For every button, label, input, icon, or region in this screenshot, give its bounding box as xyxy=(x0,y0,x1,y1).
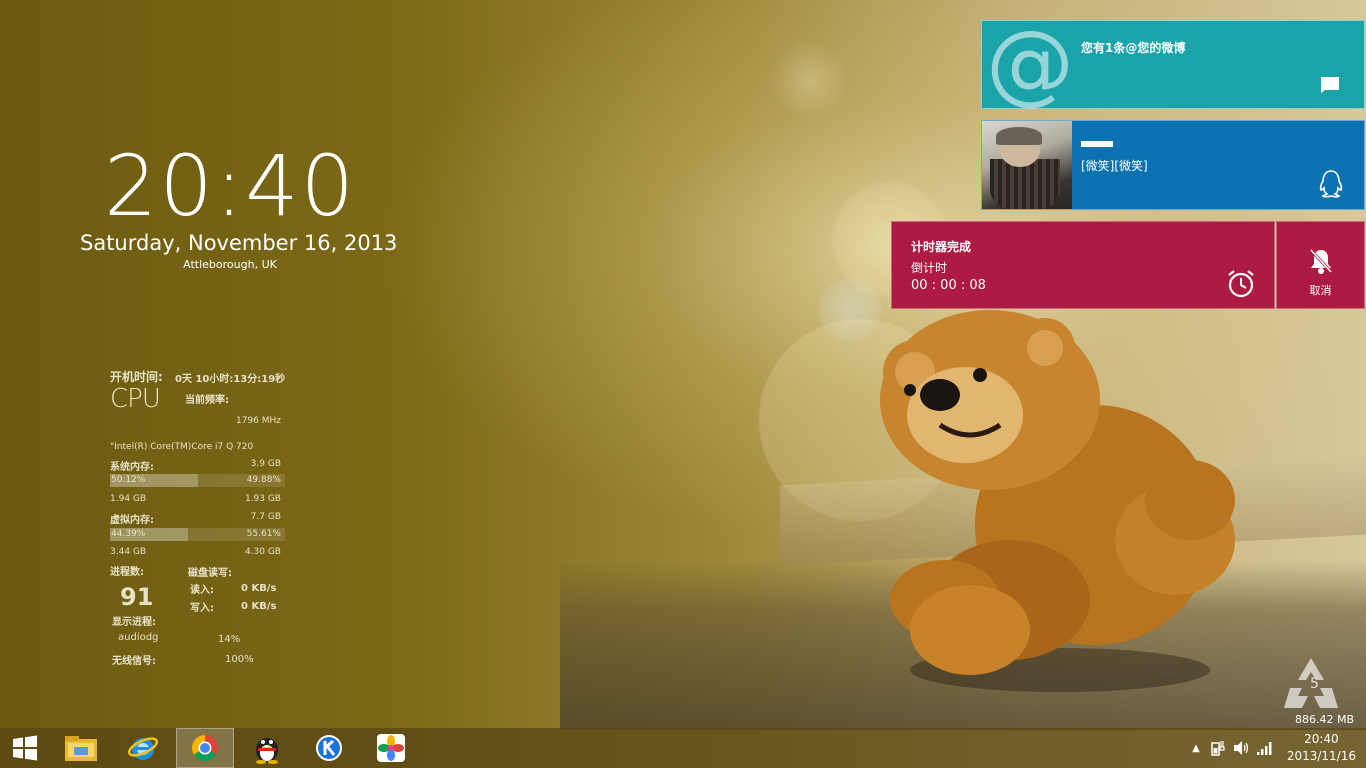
kugou-icon xyxy=(316,735,342,761)
recycle-bin-widget[interactable]: 5 886.42 MB xyxy=(1280,654,1360,726)
disk-label: 磁盘读写: xyxy=(188,568,232,579)
start-icon xyxy=(13,735,37,761)
photos-icon xyxy=(377,734,405,762)
mem-free-pct: 49.88% xyxy=(246,475,281,485)
recycle-count: 5 xyxy=(1310,676,1319,692)
clock-widget: 20:40 Saturday, November 16, 2013 Attleb… xyxy=(80,137,398,271)
file-explorer-icon xyxy=(65,736,97,761)
clock-time: 20:40 xyxy=(103,137,357,235)
volume-icon[interactable] xyxy=(1232,739,1250,757)
mem-free: 1.93 GB xyxy=(244,494,281,504)
read-value: 0 KB/s xyxy=(241,583,277,594)
qq-icon xyxy=(256,738,278,764)
uptime-value: 0天 10小时:13分:19秒 xyxy=(175,374,286,385)
qq-message: [微笑][微笑] xyxy=(1081,159,1148,173)
show-proc-label: 显示进程: xyxy=(112,617,156,628)
write-label: 写入: xyxy=(190,603,214,614)
timer-cancel-label: 取消 xyxy=(1309,284,1332,297)
cpu-name: "Intel(R) Core(TM)Core i7 Q 720 xyxy=(110,442,254,452)
cpu-logo: CPU xyxy=(110,384,161,414)
qq-sender-name xyxy=(1081,141,1113,147)
qq-notification[interactable]: [微笑][微笑] xyxy=(981,120,1365,210)
photos-button[interactable] xyxy=(362,728,420,768)
proc-pct: 14% xyxy=(218,634,241,645)
chrome-button[interactable] xyxy=(176,728,234,768)
internet-explorer-button[interactable] xyxy=(114,728,172,768)
at-icon: @ xyxy=(986,11,1074,114)
taskbar-time: 20:40 xyxy=(1304,732,1339,746)
alarm-clock-icon xyxy=(1228,270,1254,298)
file-explorer-button[interactable] xyxy=(52,728,110,768)
wifi-label: 无线信号: xyxy=(112,656,156,667)
proc-label: 进程数: xyxy=(110,567,144,578)
vmem-used: 3.44 GB xyxy=(110,547,147,557)
mem-total: 3.9 GB xyxy=(250,459,281,469)
taskbar: ▲ 20:40 2013/11/16 xyxy=(0,728,1366,768)
proc-count: 91 xyxy=(120,583,154,611)
mem-used: 1.94 GB xyxy=(110,494,147,504)
qq-button[interactable] xyxy=(238,728,296,768)
bell-off-icon xyxy=(1309,248,1332,274)
timer-time: 00 : 00 : 08 xyxy=(911,278,986,293)
recycle-size: 886.42 MB xyxy=(1295,713,1355,726)
vmem-bar: 44.39% 55.61% xyxy=(110,528,285,541)
proc-name: audiodg xyxy=(118,632,159,643)
weibo-notification-text: 您有1条@您的微博 xyxy=(1081,41,1186,55)
qq-avatar xyxy=(982,121,1072,209)
vmem-free: 4.30 GB xyxy=(244,547,281,557)
timer-title: 计时器完成 xyxy=(911,240,972,254)
kugou-button[interactable] xyxy=(300,728,358,768)
mem-bar: 50.12% 49.88% xyxy=(110,474,285,487)
chrome-icon xyxy=(191,734,218,762)
vmem-used-pct: 44.39% xyxy=(111,529,146,539)
clock-date: Saturday, November 16, 2013 xyxy=(80,231,398,255)
freq-value: 1796 MHz xyxy=(235,416,281,426)
system-tray: ▲ xyxy=(1188,728,1274,768)
wifi-value: 100% xyxy=(225,654,254,665)
internet-explorer-icon xyxy=(127,737,159,760)
wifi-signal-icon[interactable] xyxy=(1256,739,1274,757)
show-hidden-icons-icon[interactable]: ▲ xyxy=(1188,743,1204,754)
write-value: 0 KB/s xyxy=(241,601,277,612)
weibo-notification[interactable]: @ 您有1条@您的微博 xyxy=(981,11,1365,114)
read-label: 读入: xyxy=(190,585,214,596)
mem-label: 系统内存: xyxy=(110,462,154,473)
qq-penguin-icon xyxy=(1319,170,1343,198)
teddy-bear-wallpaper xyxy=(880,310,1235,692)
vmem-label: 虚拟内存: xyxy=(110,515,154,526)
timer-notification[interactable]: 计时器完成 倒计时 00 : 00 : 08 xyxy=(891,221,1275,309)
clock-location: Attleborough, UK xyxy=(183,258,277,271)
mem-used-pct: 50.12% xyxy=(111,475,146,485)
taskbar-date: 2013/11/16 xyxy=(1286,749,1356,763)
vmem-free-pct: 55.61% xyxy=(246,529,281,539)
vmem-total: 7.7 GB xyxy=(250,512,281,522)
start-button[interactable] xyxy=(0,728,50,768)
uptime-label: 开机时间: xyxy=(110,370,163,384)
power-icon[interactable] xyxy=(1208,739,1226,757)
timer-subtitle: 倒计时 xyxy=(911,261,948,275)
freq-label: 当前频率: xyxy=(185,395,229,406)
taskbar-clock[interactable]: 20:40 2013/11/16 xyxy=(1287,731,1356,765)
timer-cancel-button[interactable]: 取消 xyxy=(1276,221,1365,309)
chat-bubble-icon xyxy=(1321,77,1339,93)
